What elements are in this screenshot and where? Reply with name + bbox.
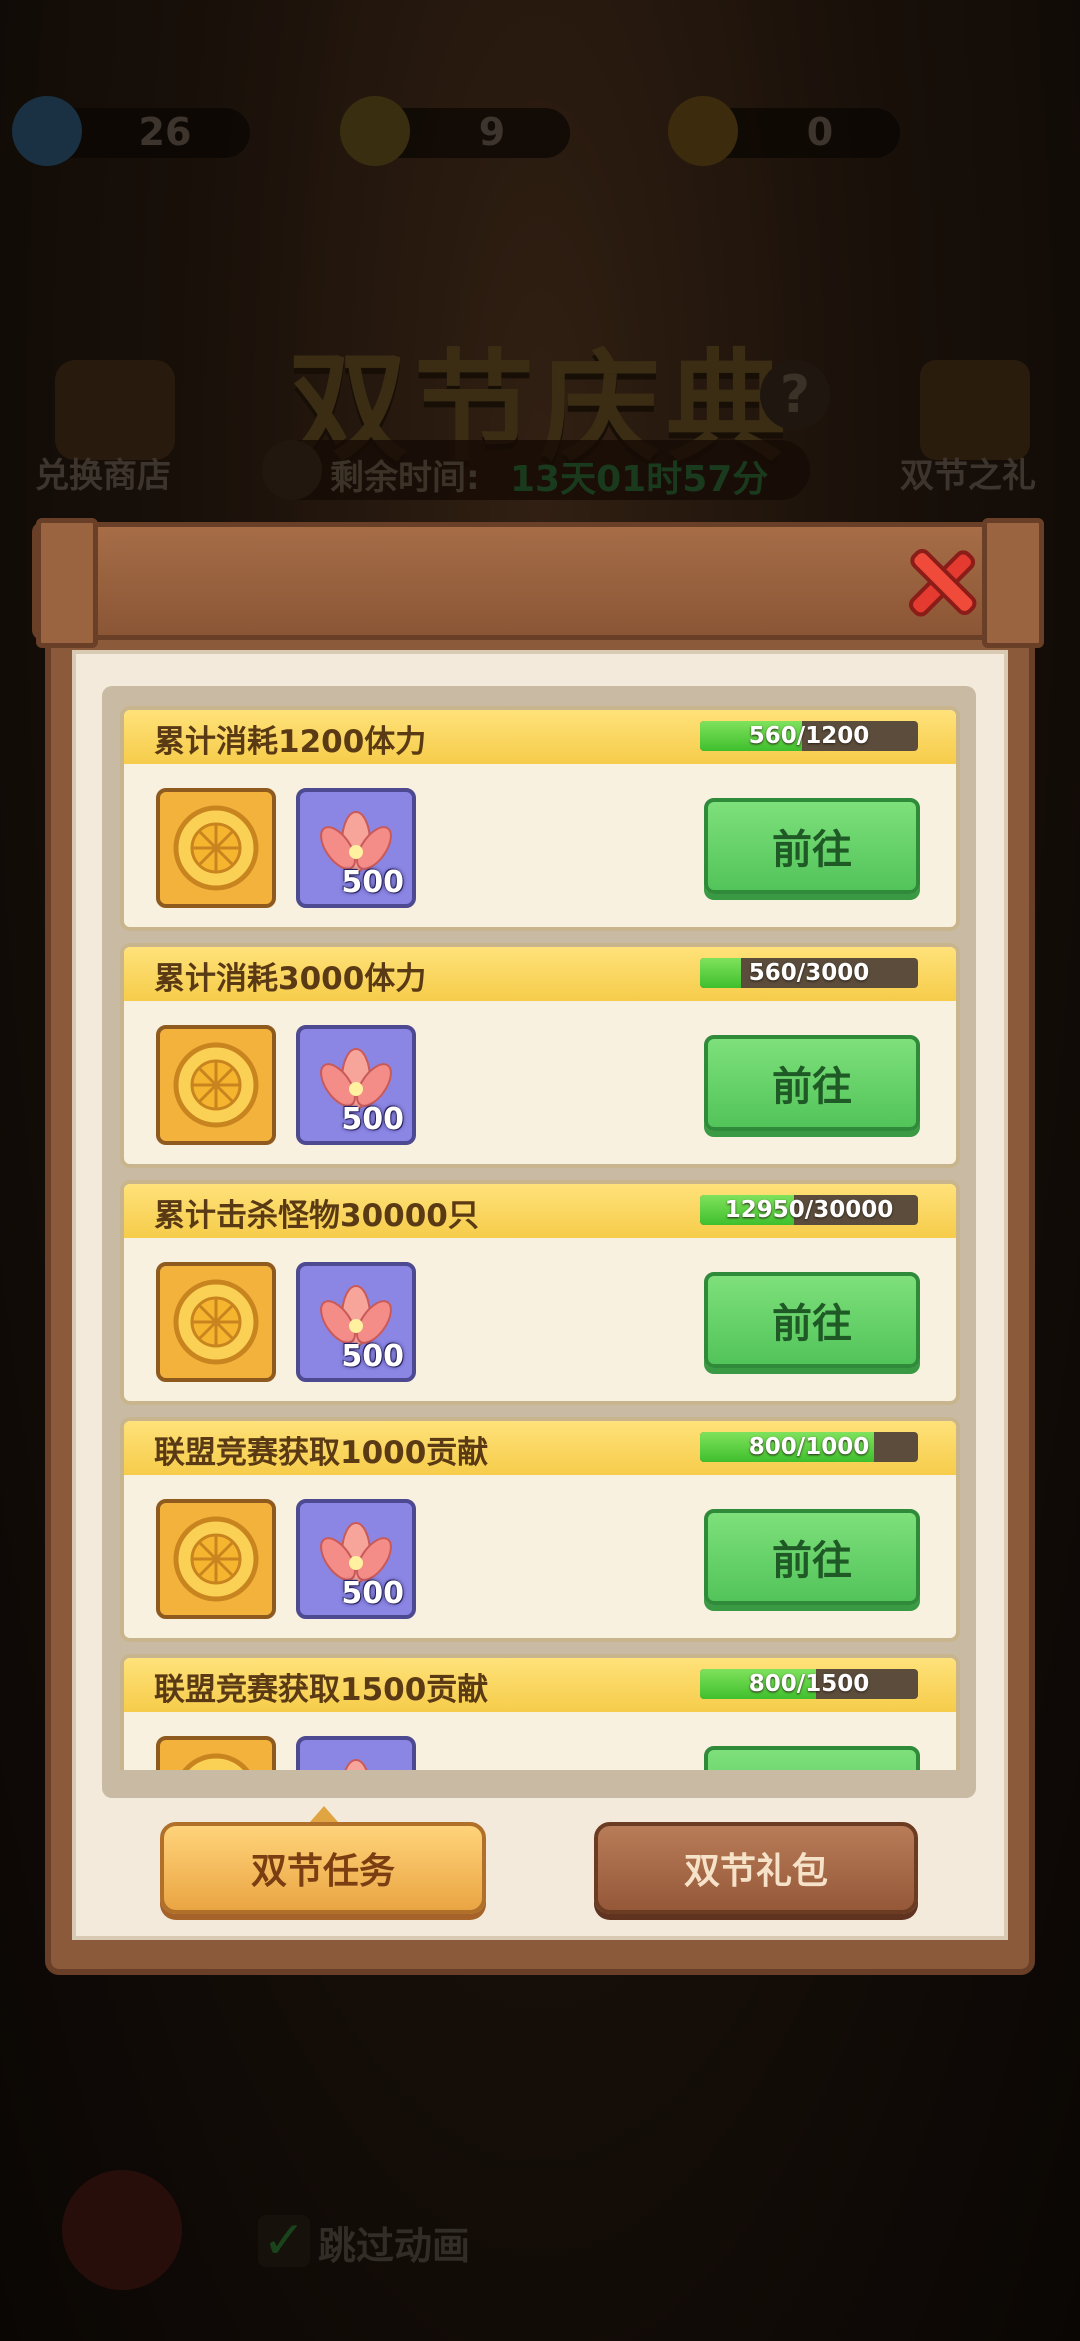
task-progress-bar: 12950/30000 — [700, 1195, 918, 1225]
mooncake-reward[interactable] — [156, 1025, 276, 1145]
task-card: 累计击杀怪物30000只 12950/30000 500 前往 — [120, 1180, 960, 1405]
task-card: 联盟竞赛获取1500贡献 800/1500 500 前往 — [120, 1654, 960, 1770]
right-post — [982, 518, 1044, 648]
close-button[interactable] — [900, 540, 984, 624]
left-post — [36, 518, 98, 648]
task-title: 累计消耗3000体力 — [154, 961, 427, 997]
mooncake-reward[interactable] — [156, 1736, 276, 1770]
task-title: 联盟竞赛获取1000贡献 — [154, 1435, 489, 1471]
reward-quantity: 500 — [341, 865, 404, 900]
go-button[interactable]: 前往 — [704, 1272, 920, 1368]
reward-quantity: 500 — [341, 1576, 404, 1611]
modal-header — [32, 522, 1042, 640]
active-tab-indicator — [310, 1806, 338, 1822]
reward-quantity: 500 — [341, 1339, 404, 1374]
progress-text: 560/1200 — [748, 723, 870, 749]
mooncake-icon — [182, 1753, 250, 1770]
mooncake-reward[interactable] — [156, 1262, 276, 1382]
lotus-reward[interactable]: 500 — [296, 788, 416, 908]
task-list[interactable]: 累计消耗1200体力 560/1200 500 前往 累计消耗3000体力 56… — [120, 706, 960, 1770]
task-card: 联盟竞赛获取1000贡献 800/1000 500 前往 — [120, 1417, 960, 1642]
task-header: 累计击杀怪物30000只 12950/30000 — [124, 1184, 956, 1238]
tab-festival-tasks[interactable]: 双节任务 — [160, 1822, 486, 1914]
progress-text: 12950/30000 — [724, 1197, 894, 1223]
tab-festival-packs[interactable]: 双节礼包 — [594, 1822, 918, 1914]
task-card: 累计消耗1200体力 560/1200 500 前往 — [120, 706, 960, 931]
task-title: 累计消耗1200体力 — [154, 724, 427, 760]
mooncake-icon — [173, 805, 259, 891]
go-button[interactable]: 前往 — [704, 798, 920, 894]
task-card: 累计消耗3000体力 560/3000 500 前往 — [120, 943, 960, 1168]
go-button[interactable]: 前往 — [704, 1509, 920, 1605]
go-button[interactable]: 前往 — [704, 1746, 920, 1770]
mooncake-icon — [173, 1516, 259, 1602]
reward-quantity: 500 — [341, 1102, 404, 1137]
task-progress-bar: 800/1500 — [700, 1669, 918, 1699]
progress-text: 800/1000 — [748, 1434, 870, 1460]
close-icon — [908, 548, 977, 617]
mooncake-reward[interactable] — [156, 788, 276, 908]
mooncake-icon — [173, 1042, 259, 1128]
mooncake-icon — [173, 1279, 259, 1365]
task-progress-bar: 800/1000 — [700, 1432, 918, 1462]
progress-text: 560/3000 — [748, 960, 870, 986]
lotus-reward[interactable]: 500 — [296, 1262, 416, 1382]
task-header: 联盟竞赛获取1500贡献 800/1500 — [124, 1658, 956, 1712]
task-header: 累计消耗1200体力 560/1200 — [124, 710, 956, 764]
task-header: 联盟竞赛获取1000贡献 800/1000 — [124, 1421, 956, 1475]
lotus-icon — [344, 1759, 368, 1770]
task-title: 联盟竞赛获取1500贡献 — [154, 1672, 489, 1708]
lotus-reward[interactable]: 500 — [296, 1025, 416, 1145]
task-progress-bar: 560/3000 — [700, 958, 918, 988]
lotus-reward[interactable]: 500 — [296, 1736, 416, 1770]
task-title: 累计击杀怪物30000只 — [154, 1198, 479, 1234]
task-header: 累计消耗3000体力 560/3000 — [124, 947, 956, 1001]
progress-text: 800/1500 — [748, 1671, 870, 1697]
task-progress-bar: 560/1200 — [700, 721, 918, 751]
lotus-reward[interactable]: 500 — [296, 1499, 416, 1619]
go-button[interactable]: 前往 — [704, 1035, 920, 1131]
mooncake-reward[interactable] — [156, 1499, 276, 1619]
